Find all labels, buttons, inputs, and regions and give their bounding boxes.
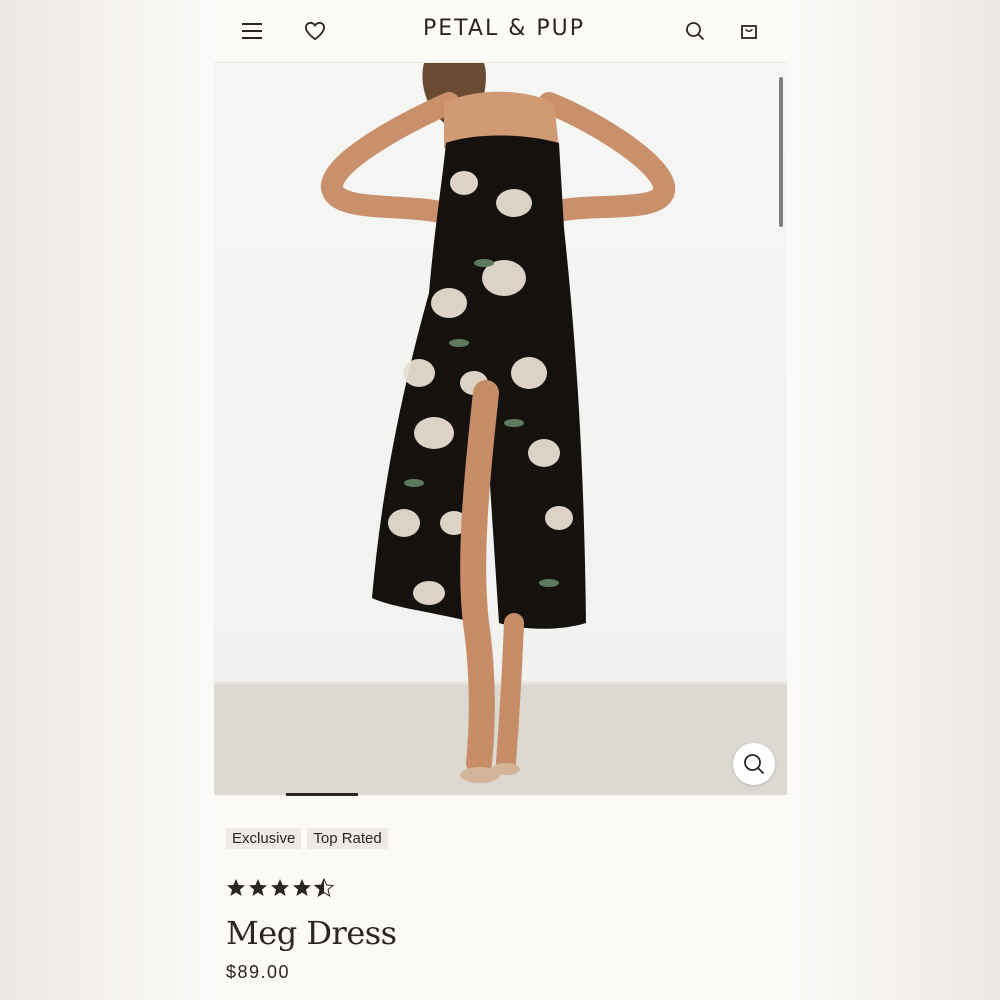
product-badges: Exclusive Top Rated — [226, 828, 388, 849]
star-icon — [227, 879, 245, 896]
backdrop-left — [0, 0, 214, 1000]
badge-exclusive: Exclusive — [226, 828, 302, 849]
star-icon — [249, 879, 267, 896]
product-title: Meg Dress — [226, 914, 397, 952]
site-header: PETAL & PUP — [214, 0, 787, 63]
bag-icon[interactable] — [733, 15, 765, 47]
product-image[interactable] — [214, 63, 787, 795]
heart-icon[interactable] — [299, 15, 331, 47]
rating-stars[interactable] — [226, 878, 334, 898]
gallery-indicator[interactable] — [286, 793, 358, 796]
star-icon — [293, 879, 311, 896]
phone-screen: PETAL & PUP Exclusive Top Rated Meg Dres… — [214, 0, 787, 1000]
product-price: $89.00 — [226, 962, 291, 982]
search-icon[interactable] — [679, 15, 711, 47]
menu-icon[interactable] — [236, 15, 268, 47]
brand-logo[interactable]: PETAL & PUP — [384, 16, 624, 41]
backdrop-right — [787, 0, 1000, 1000]
dress-model-illustration — [214, 63, 787, 795]
image-scrollbar[interactable] — [779, 77, 783, 227]
zoom-button[interactable] — [733, 743, 775, 785]
badge-top-rated: Top Rated — [307, 828, 388, 849]
star-icon — [271, 879, 289, 896]
half-star-icon — [314, 878, 334, 898]
zoom-search-icon — [744, 754, 765, 775]
